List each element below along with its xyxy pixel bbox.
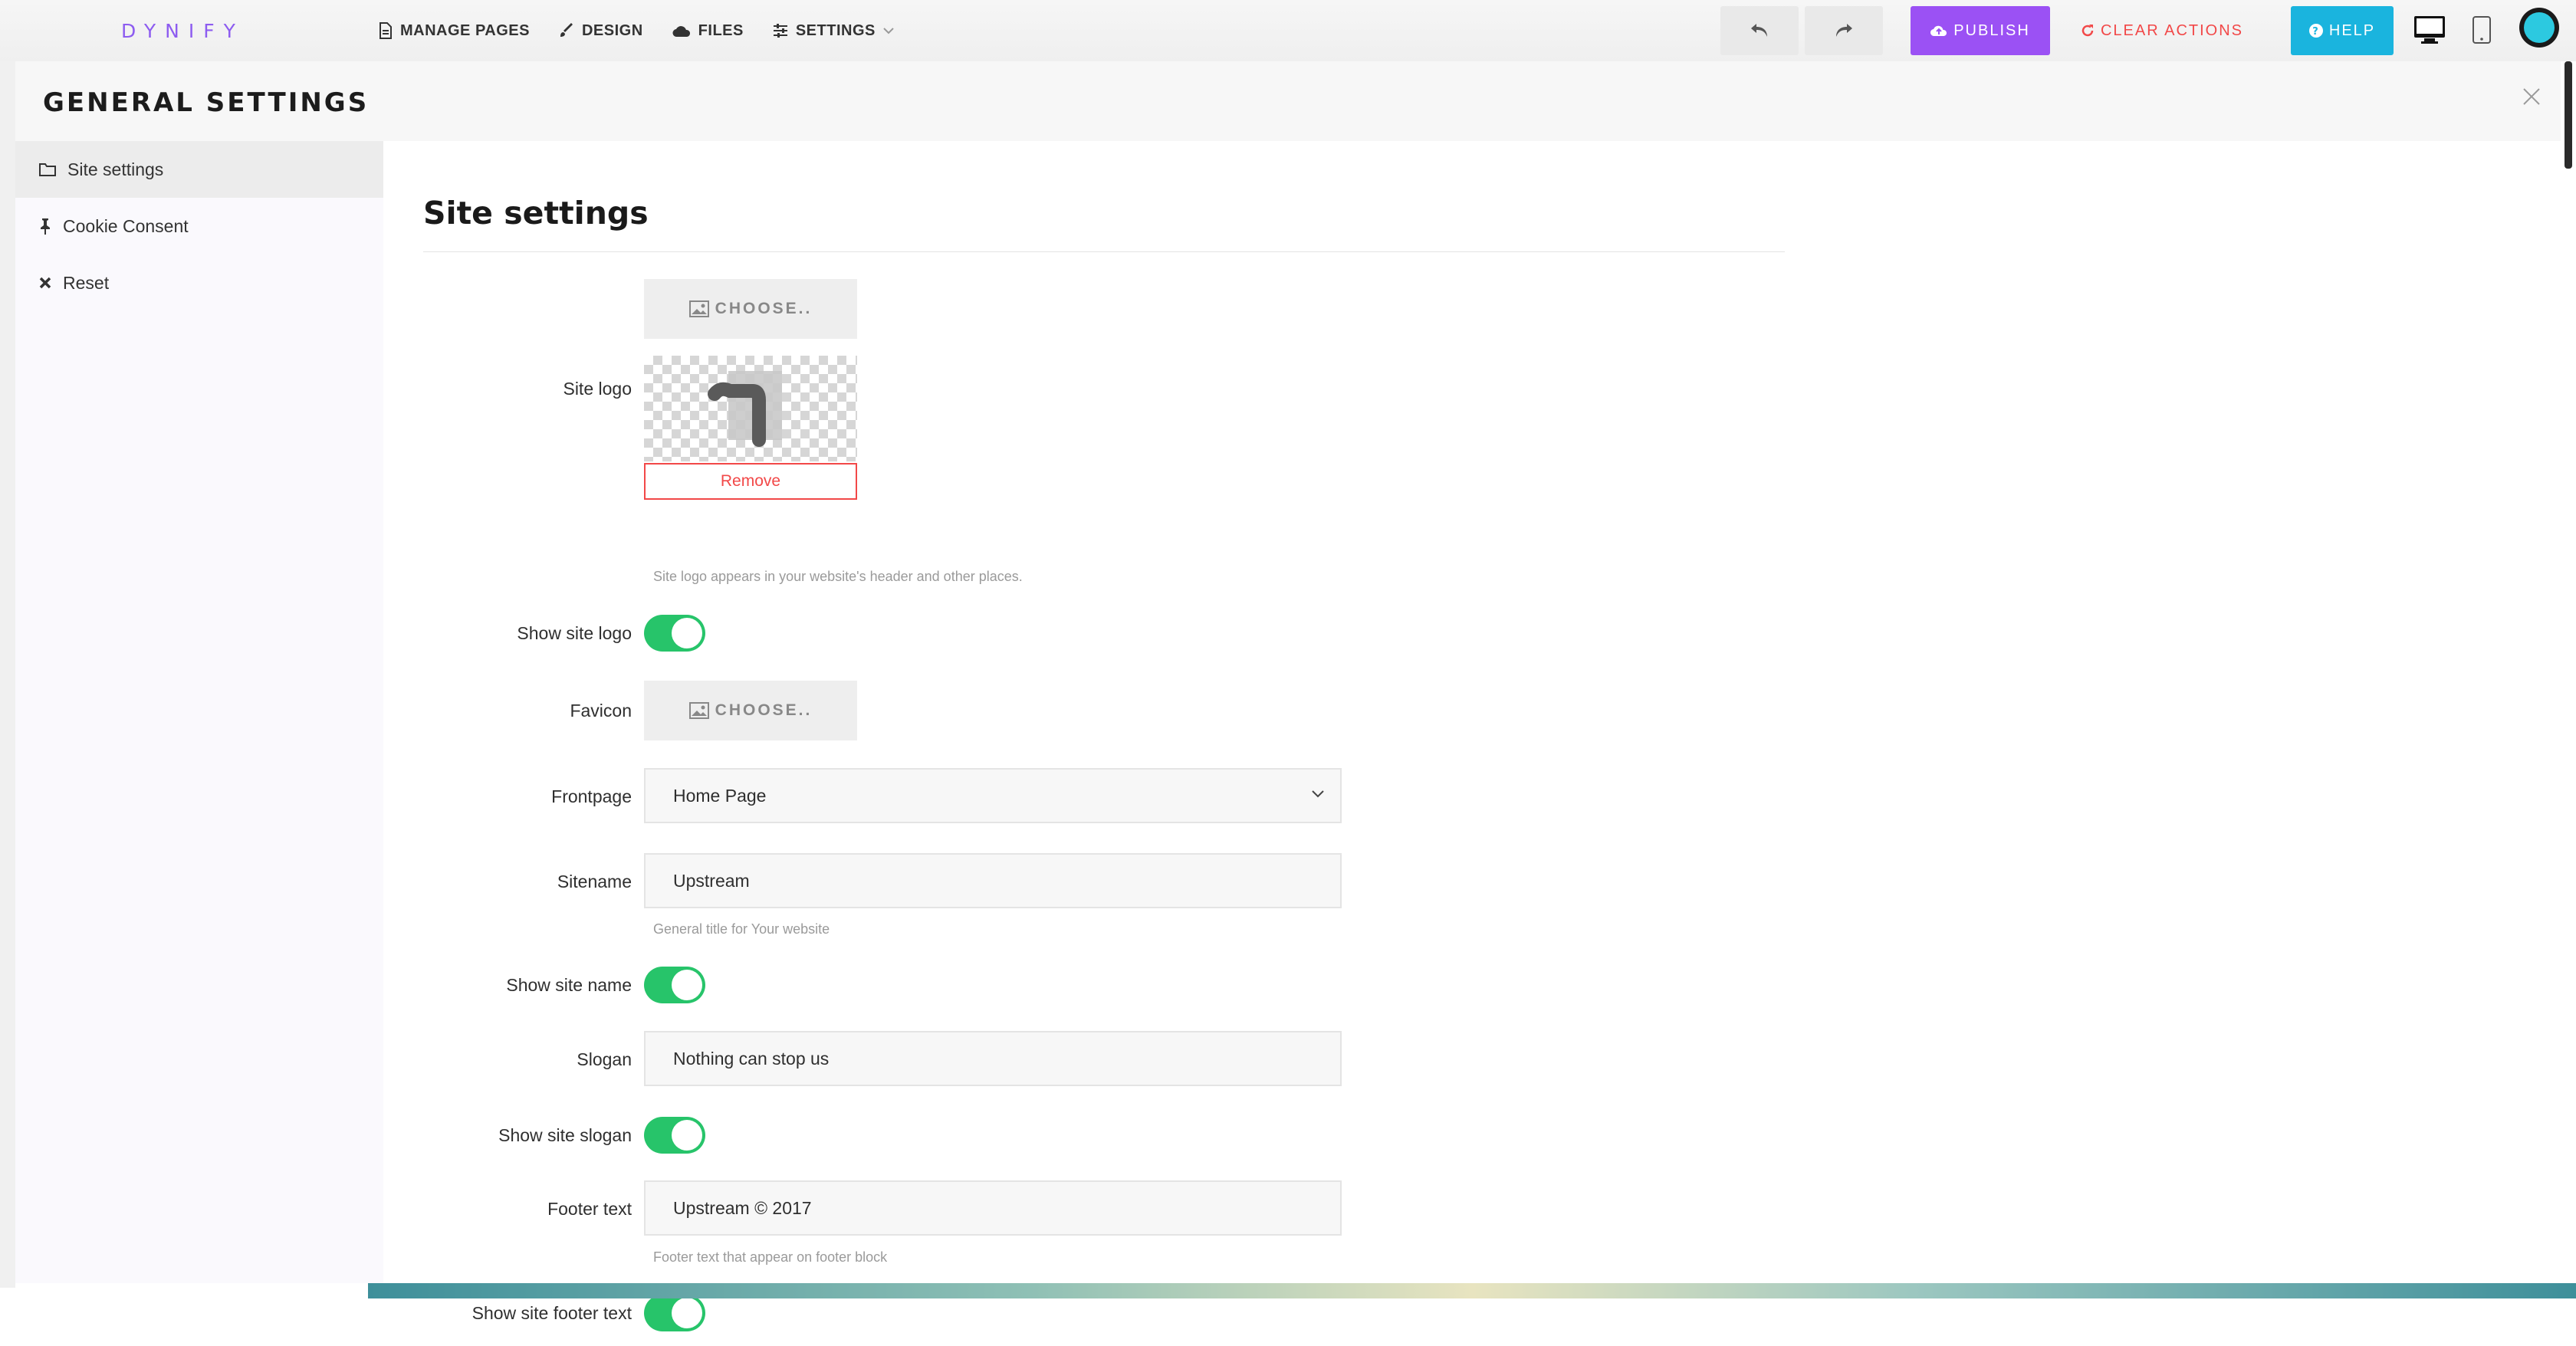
sidebar-item-label: Reset	[63, 272, 110, 293]
favicon-label: Favicon	[570, 701, 632, 721]
image-icon	[688, 702, 709, 719]
undo-icon	[1751, 24, 1767, 37]
settings-sidebar: Site settings Cookie Consent Reset	[15, 141, 383, 1283]
chevron-down-icon	[1312, 790, 1324, 798]
undo-button[interactable]	[1720, 6, 1799, 55]
main-menu: MANAGE PAGES DESIGN FILES SETTINGS	[379, 0, 931, 61]
remove-logo-button[interactable]: Remove	[644, 463, 857, 500]
sidebar-item-site-settings[interactable]: Site settings	[15, 141, 383, 198]
menu-manage-pages[interactable]: MANAGE PAGES	[379, 22, 530, 40]
sitename-value: Upstream	[673, 870, 750, 891]
toggle-knob	[672, 970, 702, 1000]
slogan-label: Slogan	[577, 1049, 632, 1069]
show-site-name-label: Show site name	[506, 975, 632, 995]
menu-settings-label: SETTINGS	[795, 21, 876, 39]
scrollbar-thumb[interactable]	[2564, 61, 2572, 169]
page-icon	[380, 22, 392, 39]
desktop-icon	[2414, 16, 2445, 44]
show-site-slogan-toggle[interactable]	[644, 1117, 705, 1154]
refresh-icon	[2082, 25, 2094, 37]
menu-files[interactable]: FILES	[672, 22, 744, 40]
sidebar-item-label: Site settings	[67, 159, 164, 179]
menu-settings[interactable]: SETTINGS	[773, 22, 902, 40]
chevron-down-icon	[883, 28, 894, 34]
site-logo-help: Site logo appears in your website's head…	[653, 569, 1023, 584]
sitename-input[interactable]: Upstream	[644, 853, 1342, 908]
choose-label: CHOOSE..	[715, 300, 813, 317]
show-site-name-toggle[interactable]	[644, 967, 705, 1003]
close-button[interactable]	[2522, 87, 2541, 110]
show-site-footer-text-label: Show site footer text	[472, 1303, 632, 1323]
show-site-logo-label: Show site logo	[517, 623, 632, 643]
site-logo-label: Site logo	[563, 379, 632, 399]
slogan-value: Nothing can stop us	[673, 1048, 830, 1069]
show-site-footer-text-toggle[interactable]	[644, 1295, 705, 1331]
redo-button[interactable]	[1805, 6, 1883, 55]
help-button[interactable]: ? HELP	[2291, 6, 2394, 55]
sidebar-item-reset[interactable]: Reset	[15, 254, 383, 311]
pin-icon	[41, 218, 50, 235]
footer-text-label: Footer text	[547, 1199, 632, 1219]
modal-title: GENERAL SETTINGS	[43, 87, 370, 118]
site-logo-preview	[644, 356, 857, 461]
footer-text-input[interactable]: Upstream © 2017	[644, 1180, 1342, 1236]
scrollbar-track[interactable]	[2561, 61, 2576, 1288]
brush-icon	[560, 23, 573, 37]
avatar[interactable]	[2519, 8, 2559, 48]
question-icon: ?	[2308, 24, 2323, 38]
publish-label: PUBLISH	[1953, 21, 2030, 39]
clear-actions-label: CLEAR ACTIONS	[2100, 21, 2244, 39]
show-site-logo-toggle[interactable]	[644, 615, 705, 652]
menu-design-label: DESIGN	[581, 21, 643, 39]
sliders-icon	[773, 24, 787, 38]
toggle-knob	[672, 618, 702, 648]
footer-text-value: Upstream © 2017	[673, 1197, 812, 1218]
toggle-knob	[672, 1120, 702, 1151]
folder-icon	[39, 163, 56, 176]
modal-header: GENERAL SETTINGS	[15, 61, 2561, 141]
sitename-help: General title for Your website	[653, 921, 830, 937]
choose-label: CHOOSE..	[715, 701, 813, 719]
avatar-image	[2524, 12, 2555, 43]
background-page-strip	[368, 1283, 2576, 1298]
svg-text:?: ?	[2312, 26, 2320, 38]
cloud-upload-icon	[1930, 25, 1947, 37]
general-settings-modal: GENERAL SETTINGS Site settings Cookie Co…	[15, 61, 2561, 1331]
tablet-icon	[2472, 16, 2491, 44]
help-label: HELP	[2328, 21, 2376, 39]
footer-text-help: Footer text that appear on footer block	[653, 1249, 888, 1265]
divider	[423, 251, 1785, 252]
frontpage-label: Frontpage	[551, 786, 632, 806]
section-title: Site settings	[423, 195, 649, 231]
toggle-knob	[672, 1298, 702, 1328]
menu-files-label: FILES	[698, 21, 744, 39]
tablet-view-button[interactable]	[2472, 15, 2492, 48]
favicon-choose-button[interactable]: CHOOSE..	[644, 681, 857, 740]
menu-manage-pages-label: MANAGE PAGES	[400, 21, 530, 39]
settings-content: Site settings CHOOSE.. Site logo Remove …	[383, 141, 2561, 1331]
desktop-view-button[interactable]	[2413, 15, 2446, 48]
sidebar-item-label: Cookie Consent	[63, 215, 189, 236]
slogan-input[interactable]: Nothing can stop us	[644, 1031, 1342, 1086]
top-toolbar: DYNIFY MANAGE PAGES DESIGN FILES SETTING…	[0, 0, 2576, 62]
frontpage-select[interactable]: Home Page	[644, 768, 1342, 823]
image-icon	[688, 300, 709, 317]
sidebar-item-cookie-consent[interactable]: Cookie Consent	[15, 198, 383, 254]
sitename-label: Sitename	[557, 872, 632, 891]
close-icon	[2523, 88, 2540, 105]
redo-icon	[1836, 24, 1852, 37]
logo-image	[708, 371, 782, 447]
clear-actions-button[interactable]: CLEAR ACTIONS	[2070, 6, 2254, 55]
frontpage-value: Home Page	[673, 785, 767, 806]
site-logo-choose-button[interactable]: CHOOSE..	[644, 279, 857, 339]
background-edge	[0, 61, 15, 1288]
show-site-slogan-label: Show site slogan	[498, 1125, 632, 1145]
cloud-icon	[672, 26, 690, 38]
publish-button[interactable]: PUBLISH	[1911, 6, 2050, 55]
brand-logo[interactable]: DYNIFY	[121, 20, 245, 42]
menu-design[interactable]: DESIGN	[559, 22, 643, 40]
x-icon	[39, 277, 51, 289]
